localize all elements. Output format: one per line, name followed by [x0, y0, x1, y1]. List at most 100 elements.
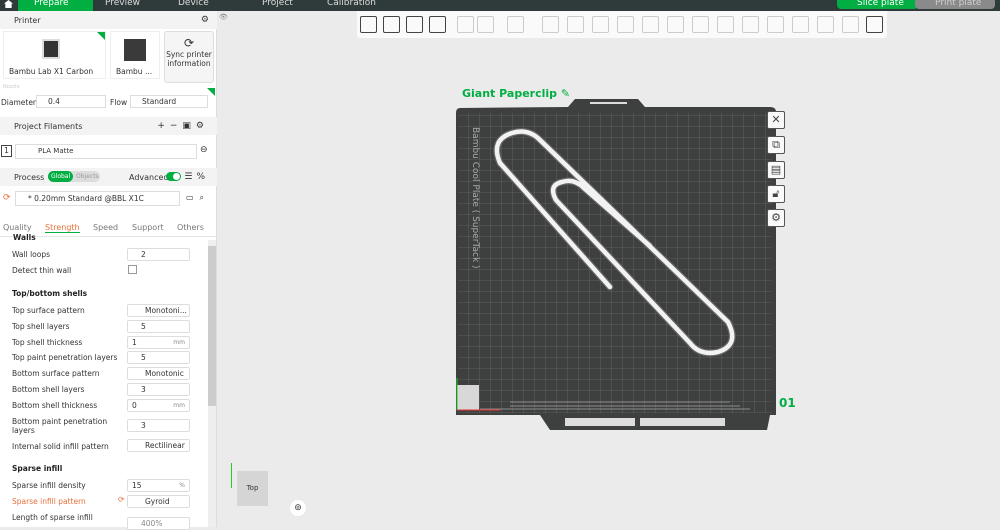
gear-icon[interactable]: ⚙	[201, 15, 209, 25]
filament-index: 1	[1, 145, 12, 157]
add-plate-icon[interactable]	[383, 16, 400, 33]
reset-icon[interactable]: ⟳	[3, 193, 11, 203]
plate-number[interactable]: 01	[779, 396, 796, 410]
arrange-icon[interactable]	[429, 16, 446, 33]
tab-speed[interactable]: Speed	[93, 223, 118, 232]
length-input[interactable]: 400%	[127, 517, 190, 530]
top-menu-bar: Prepare Preview Device Project Calibrati…	[0, 0, 1000, 11]
sync-label: Sync printer information	[166, 50, 212, 68]
tab-device[interactable]: Device	[178, 0, 209, 11]
lock-icon[interactable]: 🔓︎	[767, 185, 785, 203]
assembly-icon[interactable]	[817, 16, 834, 33]
seam-paint-icon[interactable]	[717, 16, 734, 33]
printer-card[interactable]: Bambu Lab X1 Carbon	[3, 31, 106, 79]
top-shell-layers-input[interactable]: 5	[127, 320, 190, 333]
tab-support[interactable]: Support	[132, 223, 164, 232]
add-object-icon[interactable]	[360, 16, 377, 33]
bottom-shell-thickness-input[interactable]: 0 mm	[127, 399, 190, 412]
diameter-select[interactable]: 0.4	[36, 95, 106, 108]
top-surface-pattern-label: Top surface pattern	[12, 306, 85, 315]
tab-calibration[interactable]: Calibration	[327, 0, 376, 11]
objects-toggle[interactable]: Objects	[76, 171, 99, 182]
lay-on-face-icon[interactable]	[617, 16, 634, 33]
plate-type: Bambu ...	[116, 67, 153, 76]
printer-section-header: Printer ⚙	[0, 11, 217, 29]
bottom-shell-layers-input[interactable]: 3	[127, 383, 190, 396]
process-actions[interactable]: ☰%	[184, 172, 209, 182]
detect-thin-wall-checkbox[interactable]	[128, 265, 137, 274]
explode-view-icon[interactable]	[866, 16, 883, 33]
tab-others[interactable]: Others	[177, 223, 204, 232]
save-search-icons[interactable]: ▭⌕	[186, 193, 210, 203]
rotate-icon[interactable]	[567, 16, 584, 33]
eye-icon[interactable]: 👁	[219, 13, 228, 21]
plate-settings-icon[interactable]: ⚙	[767, 209, 785, 227]
printer-title: Printer	[14, 15, 41, 25]
scale-icon[interactable]	[592, 16, 609, 33]
support-paint-icon[interactable]	[692, 16, 709, 33]
bottom-shell-thickness-label: Bottom shell thickness	[12, 401, 98, 410]
sync-printer-button[interactable]: ⟳ Sync printer information	[164, 31, 214, 83]
top-paint-input[interactable]: 5	[127, 351, 190, 364]
length-label: Length of sparse infill	[12, 513, 93, 522]
text-icon[interactable]	[742, 16, 759, 33]
split-parts-icon[interactable]	[477, 16, 494, 33]
wall-loops-input[interactable]: 2	[127, 248, 190, 261]
flow-select[interactable]: Standard	[130, 95, 208, 108]
split-objects-icon[interactable]	[457, 16, 474, 33]
tab-quality[interactable]: Quality	[3, 223, 32, 232]
bottom-paint-input[interactable]: 3	[127, 419, 190, 432]
tab-strength[interactable]: Strength	[45, 223, 80, 233]
bottom-surface-pattern-label: Bottom surface pattern	[12, 369, 100, 378]
filament-select[interactable]: PLA Matte	[15, 144, 197, 159]
view-cube[interactable]: Top	[237, 471, 268, 506]
auto-orient-icon[interactable]	[406, 16, 423, 33]
remove-filament-icon[interactable]: ⊖	[200, 145, 208, 155]
advanced-toggle[interactable]	[166, 172, 181, 181]
build-plate[interactable]	[440, 95, 780, 440]
advanced-label: Advanced	[129, 172, 169, 182]
cut-icon[interactable]	[642, 16, 659, 33]
sparse-pattern-select[interactable]: Gyroid	[127, 495, 190, 508]
move-icon[interactable]	[542, 16, 559, 33]
tab-project[interactable]: Project	[262, 0, 293, 11]
sparse-infill-header: Sparse infill	[12, 464, 63, 473]
boolean-icon[interactable]	[667, 16, 684, 33]
home-icon[interactable]	[4, 0, 13, 8]
filaments-section-header: Project Filaments +−▣⚙	[0, 117, 217, 135]
measure-icon[interactable]	[792, 16, 809, 33]
auto-orient-plate-icon[interactable]: ⧉	[767, 136, 785, 154]
top-shell-thickness-label: Top shell thickness	[12, 338, 83, 347]
diameter-label: Diameter	[1, 98, 37, 107]
internal-pattern-select[interactable]: Rectilinear	[127, 439, 190, 452]
left-sidebar: Printer ⚙ Bambu Lab X1 Carbon Bambu ... …	[0, 11, 217, 530]
nozzle-label: Nozzle	[3, 84, 20, 90]
top-shell-thickness-input[interactable]: 1 mm	[127, 336, 190, 349]
reset-icon[interactable]: ⟳	[118, 495, 125, 504]
brim-ears-icon[interactable]	[842, 16, 859, 33]
scrollbar[interactable]	[208, 240, 216, 527]
walls-header: Walls	[13, 233, 36, 242]
print-plate-button[interactable]: Print plate	[915, 0, 996, 9]
internal-pattern-label: Internal solid infill pattern	[12, 442, 109, 451]
top-surface-pattern-select[interactable]: Monotoni...	[127, 304, 190, 317]
tab-prepare[interactable]: Prepare	[18, 0, 93, 11]
flow-label: Flow	[110, 98, 128, 107]
plate-card[interactable]: Bambu ...	[110, 31, 160, 79]
fit-view-icon[interactable]: ⊚	[290, 500, 306, 516]
arrange-plate-icon[interactable]: ▤	[767, 161, 785, 179]
printer-image	[42, 39, 60, 59]
process-section-header: Process Global Objects Advanced ☰%	[0, 168, 217, 186]
density-input[interactable]: 15%	[127, 479, 190, 492]
close-icon[interactable]: ✕	[767, 111, 785, 129]
bottom-surface-pattern-select[interactable]: Monotonic	[127, 367, 190, 380]
layers-icon[interactable]	[507, 16, 524, 33]
tab-preview[interactable]: Preview	[105, 0, 140, 11]
filament-actions[interactable]: +−▣⚙	[157, 121, 209, 131]
plate-image	[124, 39, 146, 61]
color-paint-icon[interactable]	[767, 16, 784, 33]
printer-name: Bambu Lab X1 Carbon	[9, 67, 94, 76]
process-preset-select[interactable]: * 0.20mm Standard @BBL X1C	[15, 191, 180, 206]
global-toggle[interactable]: Global	[48, 171, 74, 182]
slice-plate-button[interactable]: Slice plate	[837, 0, 918, 9]
